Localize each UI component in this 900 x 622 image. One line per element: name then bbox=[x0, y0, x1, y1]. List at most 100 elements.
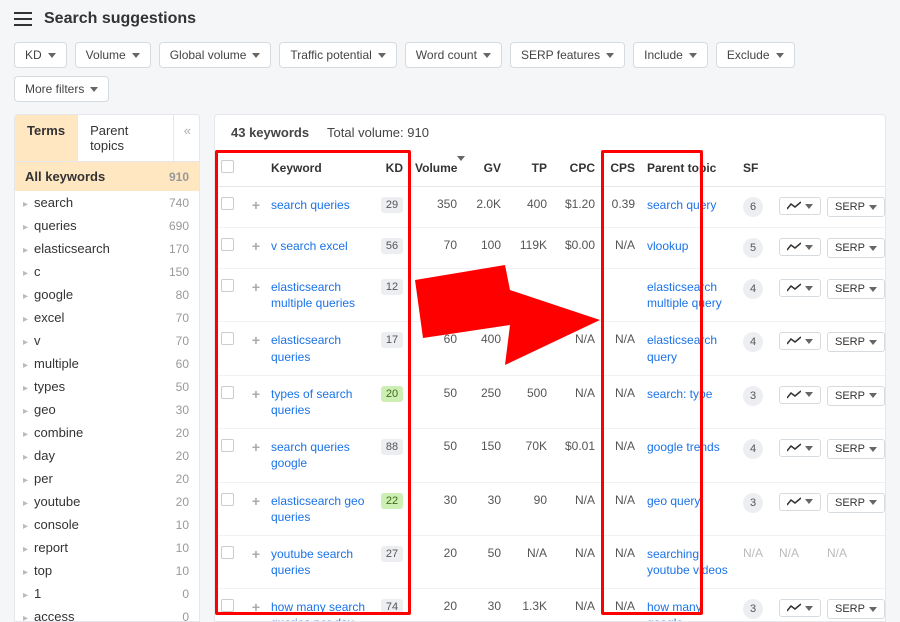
sf-badge[interactable]: 4 bbox=[743, 279, 763, 299]
serp-button[interactable]: SERP bbox=[827, 599, 885, 619]
serp-button[interactable]: SERP bbox=[827, 279, 885, 299]
sidebar-item[interactable]: ▸combine20 bbox=[15, 421, 199, 444]
parent-topic-link[interactable]: elasticsearch multiple query bbox=[647, 280, 722, 310]
col-sf[interactable]: SF bbox=[737, 150, 773, 187]
serp-button[interactable]: SERP bbox=[827, 493, 885, 513]
expand-icon[interactable]: + bbox=[249, 386, 263, 402]
chart-button[interactable] bbox=[779, 197, 821, 215]
keyword-link[interactable]: search queries google bbox=[271, 440, 350, 470]
serp-button[interactable]: SERP bbox=[827, 332, 885, 352]
row-checkbox[interactable] bbox=[221, 197, 234, 210]
sidebar-item[interactable]: ▸c150 bbox=[15, 260, 199, 283]
filter-traffic-potential[interactable]: Traffic potential bbox=[279, 42, 396, 68]
chart-button[interactable] bbox=[779, 332, 821, 350]
col-gv[interactable]: GV bbox=[463, 150, 507, 187]
sidebar-item[interactable]: ▸top10 bbox=[15, 559, 199, 582]
sf-badge[interactable]: 4 bbox=[743, 332, 763, 352]
sidebar-item[interactable]: ▸console10 bbox=[15, 513, 199, 536]
sf-badge[interactable]: 4 bbox=[743, 439, 763, 459]
keyword-link[interactable]: v search excel bbox=[271, 239, 348, 253]
parent-topic-link[interactable]: how many google searches per day bbox=[647, 600, 716, 621]
filter-serp-features[interactable]: SERP features bbox=[510, 42, 625, 68]
sidebar-item[interactable]: ▸google 80 bbox=[15, 283, 199, 306]
tab-terms[interactable]: Terms bbox=[15, 115, 78, 161]
row-checkbox[interactable] bbox=[221, 546, 234, 559]
chart-button[interactable] bbox=[779, 493, 821, 511]
filter-more[interactable]: More filters bbox=[14, 76, 109, 102]
filter-include[interactable]: Include bbox=[633, 42, 708, 68]
keyword-link[interactable]: elasticsearch geo queries bbox=[271, 494, 364, 524]
expand-icon[interactable]: + bbox=[249, 238, 263, 254]
filter-exclude[interactable]: Exclude bbox=[716, 42, 795, 68]
parent-topic-link[interactable]: search query bbox=[647, 198, 716, 212]
expand-icon[interactable]: + bbox=[249, 197, 263, 213]
expand-icon[interactable]: + bbox=[249, 546, 263, 562]
keyword-link[interactable]: youtube search queries bbox=[271, 547, 353, 577]
sidebar-item[interactable]: ▸multiple60 bbox=[15, 352, 199, 375]
col-tp[interactable]: TP bbox=[507, 150, 553, 187]
sf-badge[interactable]: 3 bbox=[743, 599, 763, 619]
expand-icon[interactable]: + bbox=[249, 279, 263, 295]
sidebar-item[interactable]: ▸day20 bbox=[15, 444, 199, 467]
sidebar-item[interactable]: ▸report10 bbox=[15, 536, 199, 559]
expand-icon[interactable]: + bbox=[249, 493, 263, 509]
sf-badge[interactable]: 3 bbox=[743, 493, 763, 513]
sidebar-item[interactable]: ▸elasticsearch170 bbox=[15, 237, 199, 260]
sidebar-item[interactable]: ▸v70 bbox=[15, 329, 199, 352]
filter-word-count[interactable]: Word count bbox=[405, 42, 502, 68]
row-checkbox[interactable] bbox=[221, 439, 234, 452]
serp-button[interactable]: SERP bbox=[827, 238, 885, 258]
sf-badge[interactable]: 5 bbox=[743, 238, 763, 258]
sidebar-all-keywords[interactable]: All keywords 910 bbox=[15, 162, 199, 191]
parent-topic-link[interactable]: searching youtube videos bbox=[647, 547, 728, 577]
filter-volume[interactable]: Volume bbox=[75, 42, 151, 68]
keyword-link[interactable]: how many search queries per day google bbox=[271, 600, 365, 621]
keyword-link[interactable]: elasticsearch queries bbox=[271, 333, 341, 363]
expand-icon[interactable]: + bbox=[249, 332, 263, 348]
sidebar-item[interactable]: ▸geo30 bbox=[15, 398, 199, 421]
col-kd[interactable]: KD bbox=[375, 150, 409, 187]
serp-button[interactable]: SERP bbox=[827, 386, 885, 406]
chart-button[interactable] bbox=[779, 439, 821, 457]
keyword-link[interactable]: elasticsearch multiple queries bbox=[271, 280, 355, 310]
row-checkbox[interactable] bbox=[221, 386, 234, 399]
chart-button[interactable] bbox=[779, 599, 821, 617]
checkbox-all[interactable] bbox=[221, 160, 234, 173]
row-checkbox[interactable] bbox=[221, 279, 234, 292]
row-checkbox[interactable] bbox=[221, 599, 234, 612]
filter-global-volume[interactable]: Global volume bbox=[159, 42, 272, 68]
parent-topic-link[interactable]: google trends bbox=[647, 440, 720, 454]
row-checkbox[interactable] bbox=[221, 493, 234, 506]
parent-topic-link[interactable]: elasticsearch query bbox=[647, 333, 717, 363]
filter-kd[interactable]: KD bbox=[14, 42, 67, 68]
row-checkbox[interactable] bbox=[221, 238, 234, 251]
keyword-link[interactable]: types of search queries bbox=[271, 387, 352, 417]
parent-topic-link[interactable]: search: type bbox=[647, 387, 712, 401]
sidebar-item[interactable]: ▸10 bbox=[15, 582, 199, 605]
sf-badge[interactable]: 3 bbox=[743, 386, 763, 406]
col-volume[interactable]: Volume bbox=[409, 150, 463, 187]
keyword-link[interactable]: search queries bbox=[271, 198, 350, 212]
serp-button[interactable]: SERP bbox=[827, 197, 885, 217]
sidebar-item[interactable]: ▸access0 bbox=[15, 605, 199, 621]
sidebar-item[interactable]: ▸excel70 bbox=[15, 306, 199, 329]
chart-button[interactable] bbox=[779, 386, 821, 404]
sidebar-item[interactable]: ▸per20 bbox=[15, 467, 199, 490]
row-checkbox[interactable] bbox=[221, 332, 234, 345]
expand-icon[interactable]: + bbox=[249, 439, 263, 455]
col-parent-topic[interactable]: Parent topic bbox=[641, 150, 737, 187]
serp-button[interactable]: SERP bbox=[827, 439, 885, 459]
sidebar-item[interactable]: ▸types50 bbox=[15, 375, 199, 398]
hamburger-icon[interactable] bbox=[14, 12, 32, 26]
parent-topic-link[interactable]: geo query bbox=[647, 494, 700, 508]
sf-badge[interactable]: 6 bbox=[743, 197, 763, 217]
sidebar-item[interactable]: ▸search740 bbox=[15, 191, 199, 214]
tab-parent-topics[interactable]: Parent topics bbox=[78, 115, 174, 161]
col-cpc[interactable]: CPC bbox=[553, 150, 601, 187]
chart-button[interactable] bbox=[779, 238, 821, 256]
col-keyword[interactable]: Keyword bbox=[265, 150, 375, 187]
parent-topic-link[interactable]: vlookup bbox=[647, 239, 688, 253]
expand-icon[interactable]: + bbox=[249, 599, 263, 615]
sidebar-item[interactable]: ▸youtube20 bbox=[15, 490, 199, 513]
chart-button[interactable] bbox=[779, 279, 821, 297]
